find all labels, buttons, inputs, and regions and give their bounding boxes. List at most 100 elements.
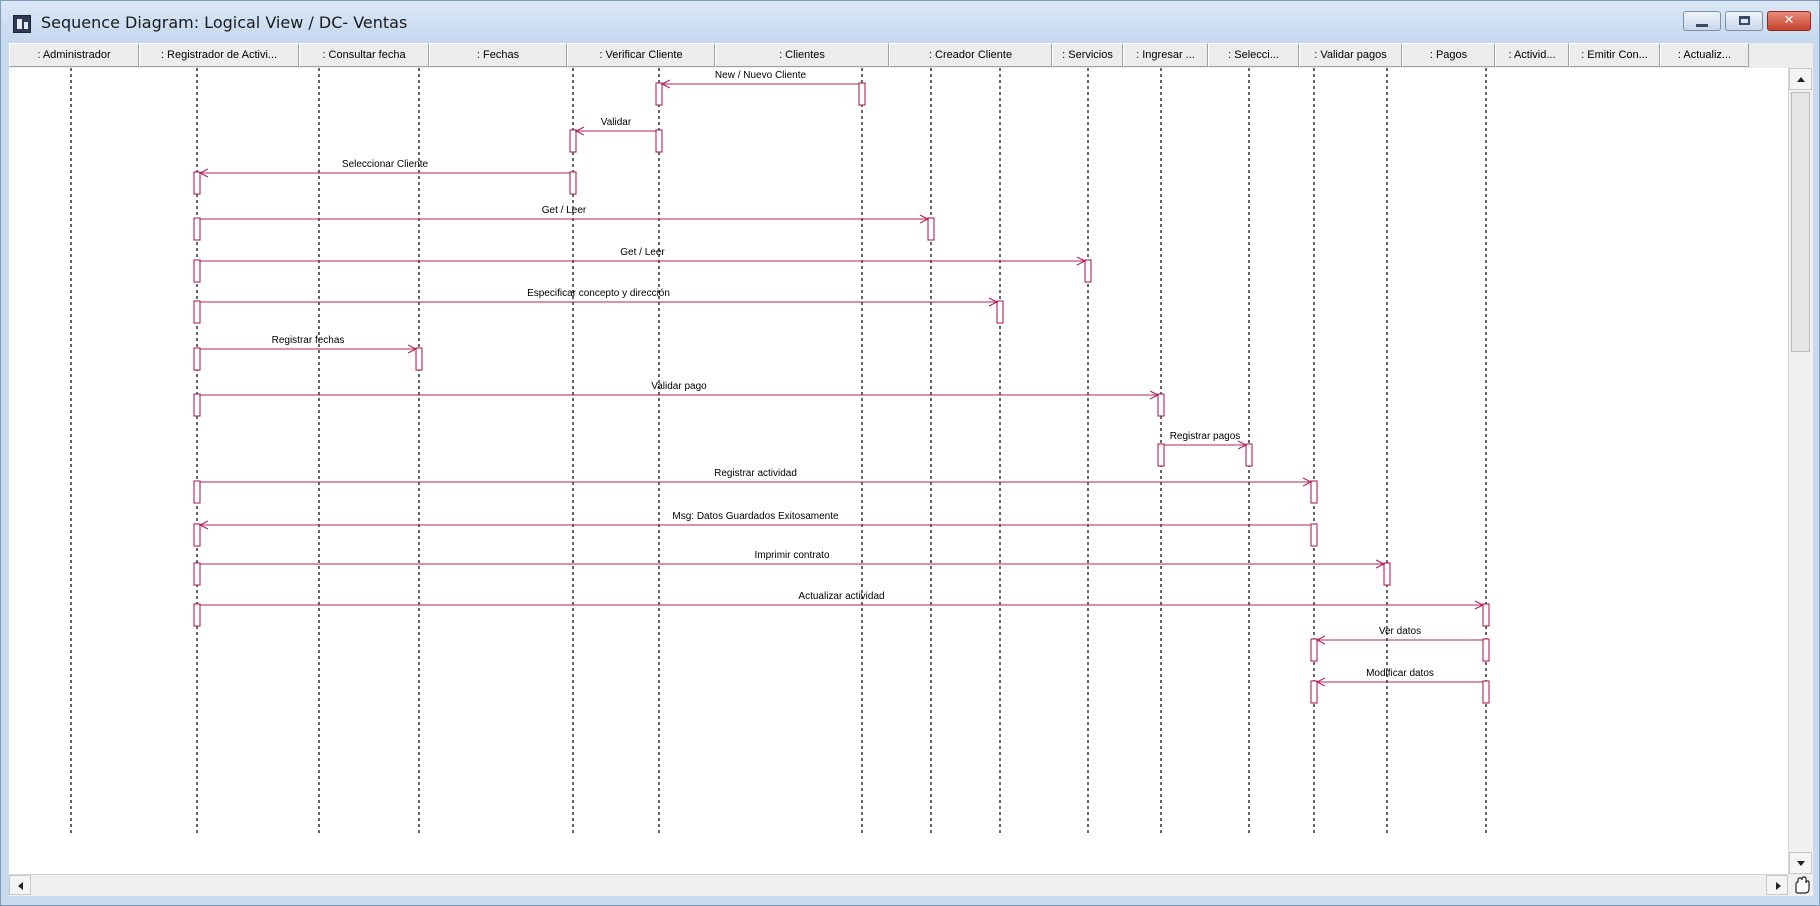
message-8[interactable]: Validar pago [193,381,1165,417]
activation-sender[interactable] [193,603,201,627]
close-button[interactable]: ✕ [1767,11,1811,31]
activation-sender[interactable] [569,171,577,195]
activation-sender[interactable] [1157,443,1165,467]
activation-receiver[interactable] [415,347,423,371]
activation-sender[interactable] [1482,680,1490,704]
lifeline-header-6[interactable]: : Clientes [715,43,889,67]
scroll-down-arrow-icon [1797,861,1805,866]
lifeline-header-11[interactable]: : Validar pagos [1299,43,1402,67]
activation-receiver[interactable] [655,82,663,106]
lifeline-header-14[interactable]: : Emitir Con... [1569,43,1660,67]
sequence-diagram: New / Nuevo Cliente Validar Seleccionar Cl… [70,68,1490,834]
message-label: Msg: Datos Guardados Exitosamente [672,511,839,522]
message-2[interactable]: Validar [569,117,663,153]
scroll-up-button[interactable] [1789,68,1812,90]
scroll-right-button[interactable] [1766,875,1788,895]
message-12[interactable]: Imprimir contrato [193,550,1391,586]
message-14[interactable]: Ver datos [1310,626,1490,662]
minimize-button[interactable] [1683,11,1721,31]
vertical-scrollbar[interactable] [1788,68,1813,874]
scroll-left-arrow-icon [18,882,23,890]
window-title: Sequence Diagram: Logical View / DC- Ven… [41,13,408,32]
activation-receiver[interactable] [569,129,577,153]
activation-receiver[interactable] [1084,259,1092,283]
lifeline-header-2[interactable]: : Registrador de Activi... [139,43,299,67]
scroll-down-button[interactable] [1789,852,1812,874]
message-label: New / Nuevo Cliente [715,70,807,81]
scroll-right-arrow-icon [1776,882,1781,890]
message-11[interactable]: Msg: Datos Guardados Exitosamente [193,511,1318,547]
message-1[interactable]: New / Nuevo Cliente [655,70,866,106]
horizontal-scrollbar[interactable] [9,874,1788,896]
window-controls: ✕ [1683,11,1811,31]
sequence-diagram-window: Sequence Diagram: Logical View / DC- Ven… [0,0,1820,906]
message-7[interactable]: Registrar fechas [193,335,423,371]
activation-sender[interactable] [193,347,201,371]
lifeline-header-row: : Administrador: Registrador de Activi..… [9,43,1813,69]
activation-receiver[interactable] [996,300,1004,324]
activation-receiver[interactable] [927,217,935,241]
activation-sender[interactable] [193,300,201,324]
activation-receiver[interactable] [1310,480,1318,504]
activation-sender[interactable] [193,480,201,504]
activation-receiver[interactable] [1245,443,1253,467]
message-label: Modificar datos [1366,668,1434,679]
message-label: Registrar actividad [714,468,797,479]
lifeline-header-8[interactable]: : Servicios [1052,43,1123,67]
activation-receiver[interactable] [1310,638,1318,662]
activation-receiver[interactable] [193,523,201,547]
lifeline-header-12[interactable]: : Pagos [1402,43,1495,67]
hand-pan-icon [1795,876,1810,894]
message-13[interactable]: Actualizar actividad [193,591,1490,627]
activation-receiver[interactable] [1383,562,1391,586]
activation-sender[interactable] [1310,523,1318,547]
activation-receiver[interactable] [193,171,201,195]
maximize-icon [1739,16,1750,25]
lifeline-header-10[interactable]: : Selecci... [1208,43,1299,67]
maximize-button[interactable] [1725,11,1763,31]
message-10[interactable]: Registrar actividad [193,468,1318,504]
lifeline-header-15[interactable]: : Actualiz... [1660,43,1749,67]
title-bar[interactable]: Sequence Diagram: Logical View / DC- Ven… [1,1,1819,43]
message-6[interactable]: Especificar concepto y dirección [193,288,1004,324]
activation-receiver[interactable] [1157,393,1165,417]
message-label: Ver datos [1379,626,1421,637]
message-label: Get / Leer [542,205,587,216]
activation-sender[interactable] [193,217,201,241]
message-label: Get / Leer [620,247,665,258]
lifeline-header-7[interactable]: : Creador Cliente [889,43,1052,67]
message-label: Especificar concepto y dirección [527,288,670,299]
activation-receiver[interactable] [1310,680,1318,704]
message-4[interactable]: Get / Leer [193,205,935,241]
app-icon [13,15,31,33]
message-label: Registrar pagos [1170,431,1241,442]
minimize-icon [1696,24,1708,27]
message-label: Validar pago [651,381,707,392]
activation-sender[interactable] [1482,638,1490,662]
close-icon: ✕ [1783,13,1795,28]
activation-sender[interactable] [655,129,663,153]
message-3[interactable]: Seleccionar Cliente [193,159,577,195]
lifeline-header-1[interactable]: : Administrador [9,43,139,67]
scroll-left-button[interactable] [9,875,31,895]
message-label: Actualizar actividad [798,591,884,602]
message-9[interactable]: Registrar pagos [1157,431,1253,467]
message-5[interactable]: Get / Leer [193,247,1092,283]
message-15[interactable]: Modificar datos [1310,668,1490,704]
scroll-corner[interactable] [1788,874,1813,896]
activation-sender[interactable] [193,393,201,417]
message-label: Validar [601,117,632,128]
activation-sender[interactable] [193,562,201,586]
lifeline-header-13[interactable]: : Activid... [1495,43,1569,67]
lifeline-header-3[interactable]: : Consultar fecha [299,43,429,67]
vertical-scroll-thumb[interactable] [1791,92,1810,352]
lifeline-header-9[interactable]: : Ingresar ... [1123,43,1208,67]
activation-sender[interactable] [193,259,201,283]
activation-sender[interactable] [858,82,866,106]
lifeline-header-4[interactable]: : Fechas [429,43,567,67]
diagram-canvas[interactable]: New / Nuevo Cliente Validar Seleccionar Cl… [9,68,1788,874]
message-label: Imprimir contrato [754,550,829,561]
activation-receiver[interactable] [1482,603,1490,627]
message-label: Seleccionar Cliente [342,159,429,170]
lifeline-header-5[interactable]: : Verificar Cliente [567,43,715,67]
